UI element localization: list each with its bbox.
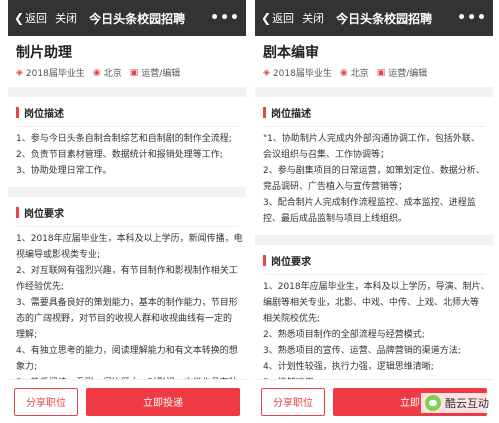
category-text: 运营/编辑 (141, 69, 181, 79)
text-line: 4、有独立思考的能力，阅读理解能力和有文本转换的想 (16, 346, 238, 356)
back-arrow-icon: ❮ (14, 11, 25, 25)
description-lines: "1、协助制片人完成内外部沟通协调工作，包括外联、 会议组织与召集、工作协调等；… (263, 131, 485, 227)
tag-icon: ◈ (263, 67, 270, 78)
section-heading-text: 岗位描述 (271, 109, 311, 120)
category-text: 运营/编辑 (388, 69, 428, 79)
grade-tag: ◈ 2018届毕业生 (16, 66, 85, 80)
more-menu-icon[interactable]: ••• (457, 10, 487, 26)
back-label: 返回 (25, 12, 48, 25)
location-text: 北京 (103, 69, 122, 79)
section-gap (8, 187, 246, 197)
requirements-lines: 1、2018年应届毕业生，本科及以上学历，导演、制片、 编剧等相关专业，北影、中… (263, 279, 490, 391)
divider (16, 226, 238, 227)
text-line: 视编导或影视类专业; (16, 250, 101, 260)
text-line: 编剧等相关专业，北影、中戏、中传、上戏、北师大等 (263, 298, 480, 308)
job-requirements-section: 岗位要求 1、2018年应届毕业生，本科及以上学历，新闻传播，电 视编导或影视类… (8, 197, 246, 393)
job-header: 制片助理 ◈ 2018届毕业生 ◉ 北京 ▣ 运营/编辑 (8, 36, 246, 79)
location-text: 北京 (350, 69, 369, 79)
heading-accent-bar (16, 107, 19, 118)
action-footer: 分享职位 立即投递 (8, 379, 246, 423)
heading-accent-bar (263, 255, 266, 266)
back-label: 返回 (272, 12, 295, 25)
chat-logo-icon (425, 395, 441, 411)
more-menu-icon[interactable]: ••• (210, 10, 240, 26)
category-tag: ▣ 运营/编辑 (376, 66, 428, 80)
left-phone-screen: ❮ 返回 关闭 今日头条校园招聘 ••• 制片助理 ◈ 2018届毕业生 ◉ 北… (8, 0, 246, 423)
job-title: 剧本编审 (263, 45, 319, 61)
job-meta: ◈ 2018届毕业生 ◉ 北京 ▣ 运营/编辑 (16, 66, 238, 80)
text-line: "1、协助制片人完成内外部沟通协调工作，包括外联、 (263, 134, 480, 144)
job-header: 剧本编审 ◈ 2018届毕业生 ◉ 北京 ▣ 运营/编辑 (255, 36, 493, 79)
divider (263, 274, 485, 275)
back-button[interactable]: ❮ 返回 (261, 10, 294, 26)
back-button[interactable]: ❮ 返回 (14, 10, 47, 26)
section-heading-text: 岗位要求 (271, 257, 311, 268)
location-tag: ◉ 北京 (339, 66, 369, 80)
section-gap (255, 235, 493, 245)
text-line: 3、需要具备良好的策划能力，基本的制作能力，节目形 (16, 298, 238, 308)
share-job-button[interactable]: 分享职位 (261, 387, 325, 416)
heading-accent-bar (263, 107, 266, 118)
text-line: 2、负责节目素材管理、数据统计和报销处理等工作; (16, 150, 223, 160)
location-tag: ◉ 北京 (92, 66, 122, 80)
apply-now-button[interactable]: 立即投递 (86, 387, 240, 416)
category-icon: ▣ (376, 67, 386, 78)
requirements-lines: 1、2018年应届毕业生，本科及以上学历，新闻传播，电 视编导或影视类专业; 2… (16, 231, 243, 391)
text-line: 1、参与今日头条自制合制综艺和自制剧的制作全流程; (16, 134, 232, 144)
text-line: 3、熟悉项目的宣传、运营、品牌营销的渠道方法; (263, 346, 461, 356)
top-bar: ❮ 返回 关闭 今日头条校园招聘 ••• (255, 0, 493, 36)
share-job-button[interactable]: 分享职位 (14, 387, 78, 416)
text-line: 竞品调研、广告植入与宣传营销等； (263, 182, 408, 192)
section-gap (255, 87, 493, 97)
text-line: 理解; (16, 330, 38, 340)
text-line: 3、配合制片人完成制作流程监控、成本监控、进程监 (263, 198, 476, 208)
tag-icon: ◈ (16, 67, 23, 78)
text-line: 象力; (16, 362, 38, 372)
text-line: 3、协助处理日常工作。 (16, 166, 112, 176)
text-line: 2、参与剧集项目的日常运营，如策划定位、数据分析、 (263, 166, 485, 176)
text-line: 控、最后成品监制与项目上线组织。 (263, 214, 408, 224)
grade-tag: ◈ 2018届毕业生 (263, 66, 332, 80)
close-button[interactable]: 关闭 (302, 10, 324, 26)
section-heading-text: 岗位描述 (24, 109, 64, 120)
text-line: 作经验优先; (16, 282, 65, 292)
section-heading: 岗位描述 (263, 105, 485, 120)
job-description-section: 岗位描述 1、参与今日头条自制合制综艺和自制剧的制作全流程; 2、负责节目素材管… (8, 97, 246, 181)
text-line: 相关院校优先; (263, 314, 321, 324)
section-heading: 岗位要求 (263, 253, 485, 268)
back-arrow-icon: ❮ (261, 11, 272, 25)
location-pin-icon: ◉ (339, 67, 348, 78)
section-heading: 岗位要求 (16, 205, 238, 220)
page-title: 今日头条校园招聘 (336, 11, 433, 26)
job-requirements-section: 岗位要求 1、2018年应届毕业生，本科及以上学历，导演、制片、 编剧等相关专业… (255, 245, 493, 393)
close-button[interactable]: 关闭 (55, 10, 77, 26)
right-phone-screen: ❮ 返回 关闭 今日头条校园招聘 ••• 剧本编审 ◈ 2018届毕业生 ◉ 北… (255, 0, 493, 423)
top-bar: ❮ 返回 关闭 今日头条校园招聘 ••• (8, 0, 246, 36)
page-title: 今日头条校园招聘 (89, 11, 186, 26)
section-heading: 岗位描述 (16, 105, 238, 120)
text-line: 1、2018年应届毕业生，本科及以上学历，新闻传播，电 (16, 234, 243, 244)
job-meta: ◈ 2018届毕业生 ◉ 北京 ▣ 运营/编辑 (263, 66, 485, 80)
job-title: 制片助理 (16, 45, 72, 61)
grade-text: 2018届毕业生 (25, 69, 85, 79)
divider (263, 126, 485, 127)
text-line: 2、熟悉项目制作的全部流程与经营模式; (263, 330, 425, 340)
description-lines: 1、参与今日头条自制合制综艺和自制剧的制作全流程; 2、负责节目素材管理、数据统… (16, 131, 238, 179)
category-tag: ▣ 运营/编辑 (129, 66, 181, 80)
divider (16, 126, 238, 127)
section-heading-text: 岗位要求 (24, 209, 64, 220)
text-line: 4、计划性较强，执行力强，逻辑思维清晰; (263, 362, 434, 372)
heading-accent-bar (16, 207, 19, 218)
watermark: 酷云互动 (421, 393, 493, 413)
job-description-section: 岗位描述 "1、协助制片人完成内外部沟通协调工作，包括外联、 会议组织与召集、工… (255, 97, 493, 229)
watermark-text: 酷云互动 (445, 397, 489, 410)
location-pin-icon: ◉ (92, 67, 101, 78)
text-line: 1、2018年应届毕业生，本科及以上学历，导演、制片、 (263, 282, 490, 292)
section-gap (8, 87, 246, 97)
text-line: 会议组织与召集、工作协调等； (263, 150, 390, 160)
category-icon: ▣ (129, 67, 139, 78)
text-line: 态的广阔视野，对节目的收视人群和收视曲线有一定的 (16, 314, 233, 324)
text-line: 2、对互联网有强烈兴趣，有节目制作和影视制作相关工 (16, 266, 238, 276)
grade-text: 2018届毕业生 (272, 69, 332, 79)
